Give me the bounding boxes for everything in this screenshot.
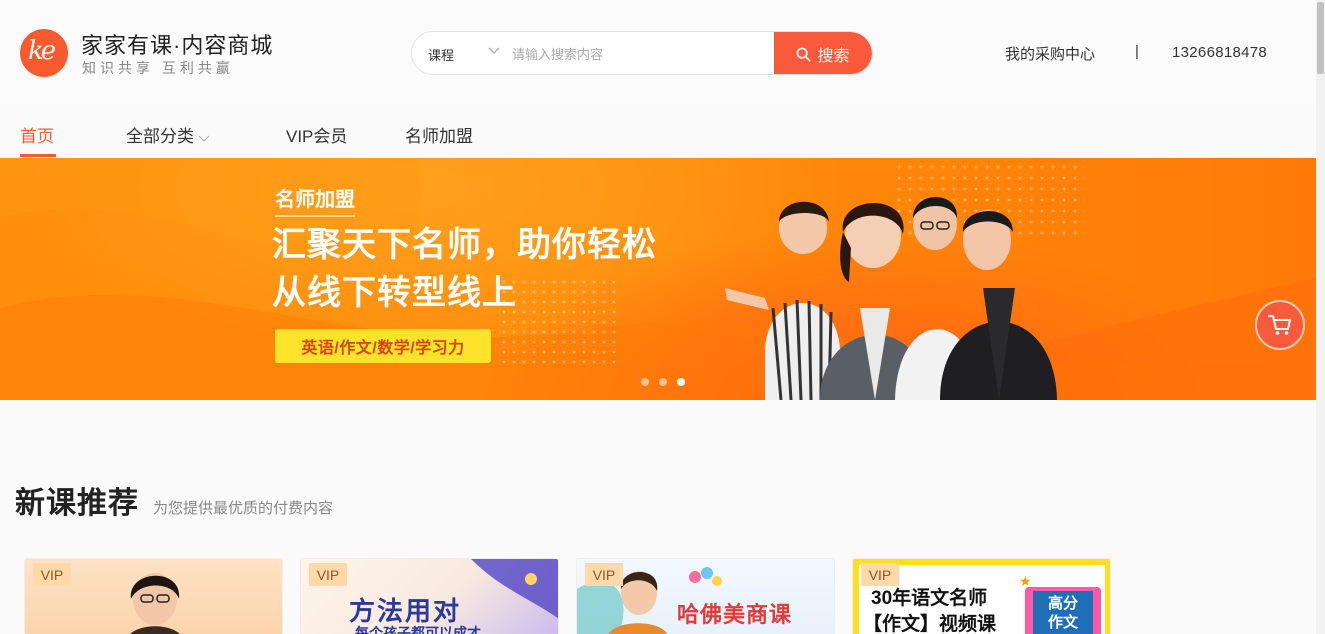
banner-tag: 名师加盟 (275, 183, 355, 217)
card-sign: 高分 作文 (1025, 587, 1101, 634)
purchase-center-link[interactable]: 我的采购中心 (1005, 43, 1095, 64)
carousel-dot-2[interactable] (659, 378, 667, 386)
banner-waves (0, 158, 1316, 400)
floating-cart-button[interactable] (1255, 300, 1305, 350)
banner-headline: 汇聚天下名师，助你轻松 从线下转型线上 (272, 221, 657, 317)
search-button[interactable]: 搜索 (774, 32, 872, 74)
card-sign-text: 高分 作文 (1033, 591, 1093, 634)
search-input[interactable] (512, 41, 762, 67)
contact-phone: 13266818478 (1172, 44, 1268, 61)
card-subtitle: 每个孩子都可以成才 (355, 625, 481, 634)
header-divider: | (1135, 43, 1139, 60)
search-category-select[interactable]: 课程 (428, 45, 454, 64)
search-icon (797, 47, 811, 61)
card-title: 30年语文名师 (871, 588, 988, 609)
vip-badge: VIP (861, 563, 899, 586)
vip-badge: VIP (585, 563, 623, 586)
teacher-1 (725, 201, 840, 400)
card-sign-line2: 作文 (1047, 614, 1078, 631)
vip-badge: VIP (33, 563, 71, 586)
teacher-4 (940, 210, 1057, 400)
nav-all-categories-label: 全部分类 (126, 127, 194, 146)
course-thumbnail (130, 573, 180, 634)
brand-logo[interactable]: ke (20, 29, 68, 77)
page-scrollbar[interactable] (1316, 0, 1325, 634)
balloons-decor (689, 567, 722, 586)
nav-active-indicator (20, 154, 56, 157)
shopping-cart-icon (1268, 315, 1291, 335)
section-subtitle: 为您提供最优质的付费内容 (153, 500, 334, 517)
hero-banner[interactable]: 名师加盟 汇聚天下名师，助你轻松 从线下转型线上 英语/作文/数学/学习力 (0, 158, 1316, 400)
star-icon: ★ (1019, 573, 1032, 589)
carousel-dot-1[interactable] (641, 378, 649, 386)
scrollbar-thumb[interactable] (1317, 2, 1324, 74)
card-subtitle: 【作文】视频课 (863, 614, 997, 634)
course-card-4[interactable]: VIP 30年语文名师 【作文】视频课 高分 作文 ★ (852, 558, 1111, 634)
vip-badge: VIP (309, 563, 347, 586)
nav-home[interactable]: 首页 (20, 122, 54, 147)
search-button-label: 搜索 (817, 48, 850, 65)
nav-all-categories[interactable]: 全部分类 (126, 122, 210, 147)
section-title: 新课推荐 (15, 487, 139, 520)
banner-headline-line2: 从线下转型线上 (272, 274, 517, 312)
banner-headline-line1: 汇聚天下名师，助你轻松 (272, 226, 657, 264)
teachers-photo (725, 197, 1057, 400)
brand-slogan: 知识共享 互利共赢 (82, 60, 234, 76)
search-bar: 课程 搜索 (411, 31, 873, 75)
card-title: 哈佛美商课 (677, 602, 793, 627)
banner-subjects-pill: 英语/作文/数学/学习力 (275, 329, 491, 363)
site-header: ke 家家有课·内容商城 知识共享 互利共赢 课程 搜索 我的采购中心 | 13… (0, 0, 1316, 105)
chevron-down-icon[interactable] (488, 44, 500, 56)
course-card-2[interactable]: VIP 方法用对 每个孩子都可以成才 (300, 558, 559, 634)
course-card-1[interactable]: VIP (24, 558, 283, 634)
carousel-dot-3[interactable] (677, 378, 685, 386)
logo-glyph: ke (28, 36, 56, 66)
nav-vip[interactable]: VIP会员 (286, 122, 347, 147)
chevron-down-icon (198, 135, 210, 142)
card-sign-line1: 高分 (1047, 595, 1078, 612)
brand-title: 家家有课·内容商城 (81, 33, 274, 58)
nav-teacher-join[interactable]: 名师加盟 (405, 122, 473, 147)
course-card-3[interactable]: VIP 哈佛美商课 (576, 558, 835, 634)
